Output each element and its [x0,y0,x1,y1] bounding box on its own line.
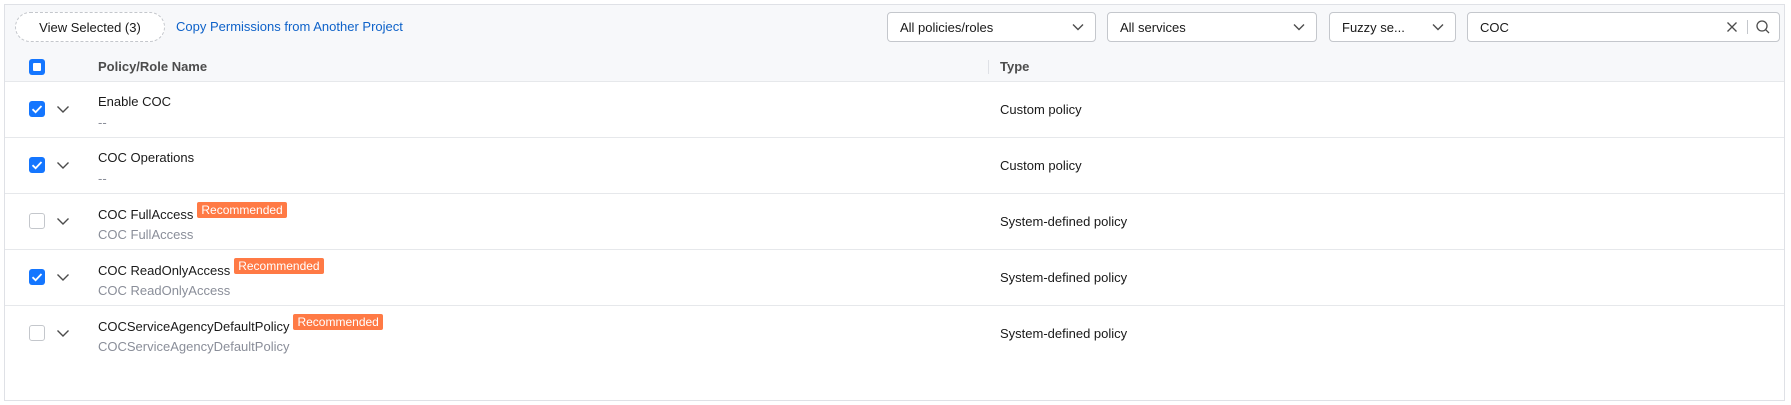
policy-type-select[interactable]: All policies/roles [887,12,1096,42]
policy-type-select-value: All policies/roles [900,19,994,35]
expand-chevron-down-icon[interactable] [55,269,71,285]
chevron-down-icon [1072,24,1084,31]
policy-type: Custom policy [1000,158,1082,173]
column-divider[interactable] [988,60,989,74]
policy-name: COC ReadOnlyAccess [98,262,231,278]
row-checkbox[interactable] [29,157,45,173]
column-header-name: Policy/Role Name [98,59,208,74]
check-icon [31,105,43,114]
service-select[interactable]: All services [1107,12,1317,42]
policy-name-line: COC ReadOnlyAccess Recommended [98,258,324,278]
policy-description: COCServiceAgencyDefaultPolicy [98,339,290,354]
toolbar: View Selected (3) Copy Permissions from … [5,5,1784,52]
service-select-value: All services [1120,19,1186,35]
policy-type: Custom policy [1000,102,1082,117]
copy-permissions-link[interactable]: Copy Permissions from Another Project [176,19,403,34]
check-icon [31,161,43,170]
row-checkbox[interactable] [29,269,45,285]
policy-name: COCServiceAgencyDefaultPolicy [98,318,290,334]
policy-description: COC ReadOnlyAccess [98,283,231,298]
column-header-type: Type [1000,59,1030,74]
table-row: COCServiceAgencyDefaultPolicy Recommended… [5,305,1784,361]
match-mode-select-value: Fuzzy se... [1342,19,1405,35]
policy-name-line: Enable COC [98,94,171,109]
policy-name: COC Operations [98,150,195,165]
table-row: Enable COC -- Custom policy [5,81,1784,137]
permissions-panel: View Selected (3) Copy Permissions from … [4,4,1785,401]
select-all-checkbox[interactable] [29,59,45,75]
table-header: Policy/Role Name Type [5,52,1784,81]
policy-name: Enable COC [98,94,171,109]
row-checkbox[interactable] [29,325,45,341]
policy-name-line: COCServiceAgencyDefaultPolicy Recommended [98,314,383,334]
policy-name-line: COC Operations [98,150,194,165]
chevron-down-icon [1432,24,1444,31]
close-icon[interactable] [1724,19,1740,35]
table-row: COC ReadOnlyAccess Recommended COC ReadOnl… [5,249,1784,305]
recommended-badge: Recommended [293,314,383,330]
policy-description: COC FullAccess [98,227,194,242]
policy-type: System-defined policy [1000,326,1128,341]
recommended-badge: Recommended [234,258,324,274]
expand-chevron-down-icon[interactable] [55,213,71,229]
policy-description: -- [98,115,107,130]
policy-description: -- [98,171,107,186]
search-input[interactable] [1480,19,1724,35]
table-row: COC Operations -- Custom policy [5,137,1784,193]
search-icon[interactable] [1755,19,1771,35]
expand-chevron-down-icon[interactable] [55,101,71,117]
policy-type: System-defined policy [1000,270,1128,285]
row-checkbox[interactable] [29,101,45,117]
view-selected-button[interactable]: View Selected (3) [15,12,165,42]
recommended-badge: Recommended [197,202,287,218]
policy-name: COC FullAccess [98,206,194,222]
expand-chevron-down-icon[interactable] [55,325,71,341]
match-mode-select[interactable]: Fuzzy se... [1329,12,1456,42]
search-divider [1747,20,1748,34]
check-icon [31,273,43,282]
chevron-down-icon [1293,24,1305,31]
row-checkbox[interactable] [29,213,45,229]
policy-name-line: COC FullAccess Recommended [98,202,287,222]
policy-type: System-defined policy [1000,214,1128,229]
expand-chevron-down-icon[interactable] [55,157,71,173]
search-box [1467,12,1780,42]
table-row: COC FullAccess Recommended COC FullAccess S… [5,193,1784,249]
